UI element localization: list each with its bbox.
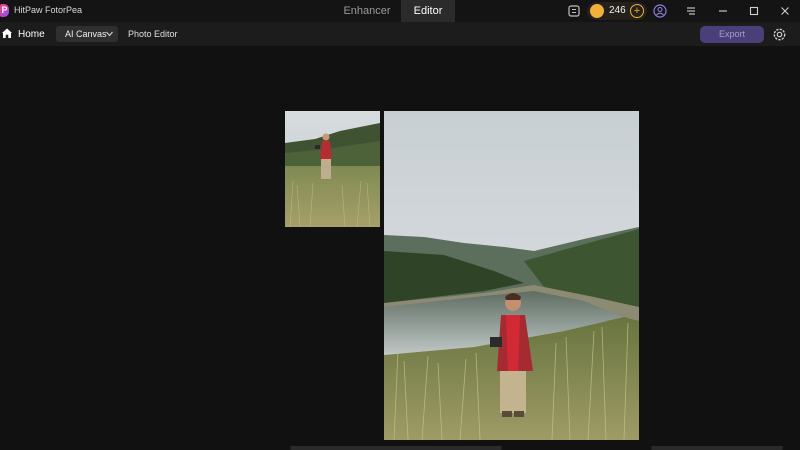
main-photo[interactable] xyxy=(384,111,639,440)
tab-enhancer[interactable]: Enhancer xyxy=(334,0,400,22)
toolbar: Home AI Canvas Photo Editor Export xyxy=(0,22,800,46)
app-logo: P xyxy=(0,4,9,17)
main-photo-image xyxy=(384,111,639,440)
source-thumbnail-image xyxy=(285,111,380,227)
export-button[interactable]: Export xyxy=(700,26,764,43)
source-thumbnail[interactable] xyxy=(285,111,380,227)
settings-icon[interactable] xyxy=(771,26,788,43)
feedback-icon[interactable] xyxy=(567,4,581,18)
menu-icon[interactable] xyxy=(684,4,698,18)
chevron-down-icon xyxy=(106,31,113,37)
minimize-icon[interactable] xyxy=(716,4,730,18)
app-title: HitPaw FotorPea xyxy=(14,5,83,15)
add-credits-icon[interactable]: + xyxy=(630,4,644,18)
coin-icon xyxy=(590,4,604,18)
bottom-panel-left xyxy=(290,446,502,450)
close-icon[interactable] xyxy=(778,4,792,18)
home-icon xyxy=(2,28,12,38)
photo-editor-link[interactable]: Photo Editor xyxy=(128,29,178,39)
bottom-panel-right xyxy=(651,446,783,450)
credits-count: 246 xyxy=(609,5,626,16)
tab-editor[interactable]: Editor xyxy=(401,0,455,22)
home-label: Home xyxy=(18,29,45,40)
credits-badge[interactable]: 246 + xyxy=(587,2,647,20)
title-bar: P HitPaw FotorPea Enhancer Editor 246 + xyxy=(0,0,800,22)
ai-canvas-dropdown[interactable]: AI Canvas xyxy=(56,26,118,42)
ai-canvas-label: AI Canvas xyxy=(65,29,107,39)
home-button[interactable]: Home xyxy=(0,24,48,44)
maximize-icon[interactable] xyxy=(747,4,761,18)
account-icon[interactable] xyxy=(653,4,667,18)
